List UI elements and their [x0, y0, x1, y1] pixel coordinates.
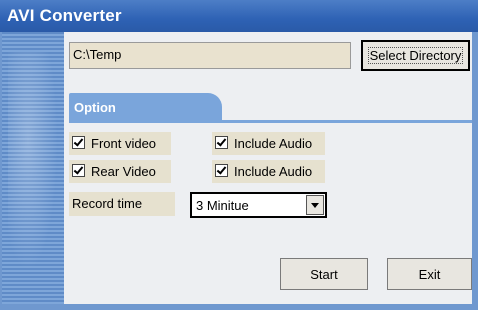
front-video-label: Front video — [91, 136, 157, 151]
rear-include-audio-label: Include Audio — [234, 164, 313, 179]
exit-button[interactable]: Exit — [387, 258, 472, 290]
checkmark-icon — [215, 136, 228, 149]
record-time-select[interactable]: 3 Minitue — [190, 192, 327, 218]
front-include-audio-checkbox[interactable]: Include Audio — [212, 132, 325, 155]
tab-option-label: Option — [74, 100, 116, 115]
app-window: AVI Converter C:\Temp Select Directory O… — [0, 0, 478, 310]
record-time-label: Record time — [69, 192, 175, 216]
front-video-checkbox[interactable]: Front video — [69, 132, 171, 155]
sidebar-decoration — [2, 32, 64, 304]
select-directory-label: Select Directory — [367, 47, 464, 64]
title-bar: AVI Converter — [0, 0, 478, 32]
front-include-audio-label: Include Audio — [234, 136, 313, 151]
directory-path-field[interactable]: C:\Temp — [69, 42, 351, 69]
window-title: AVI Converter — [7, 6, 122, 25]
record-time-value: 3 Minitue — [196, 198, 249, 213]
checkmark-icon — [72, 164, 85, 177]
select-directory-button[interactable]: Select Directory — [361, 40, 470, 71]
rear-video-label: Rear Video — [91, 164, 156, 179]
checkmark-icon — [72, 136, 85, 149]
rear-video-checkbox[interactable]: Rear Video — [69, 160, 171, 183]
rear-include-audio-checkbox[interactable]: Include Audio — [212, 160, 325, 183]
chevron-down-icon[interactable] — [306, 195, 324, 215]
start-button[interactable]: Start — [280, 258, 368, 290]
tab-underline — [69, 120, 472, 123]
checkmark-icon — [215, 164, 228, 177]
